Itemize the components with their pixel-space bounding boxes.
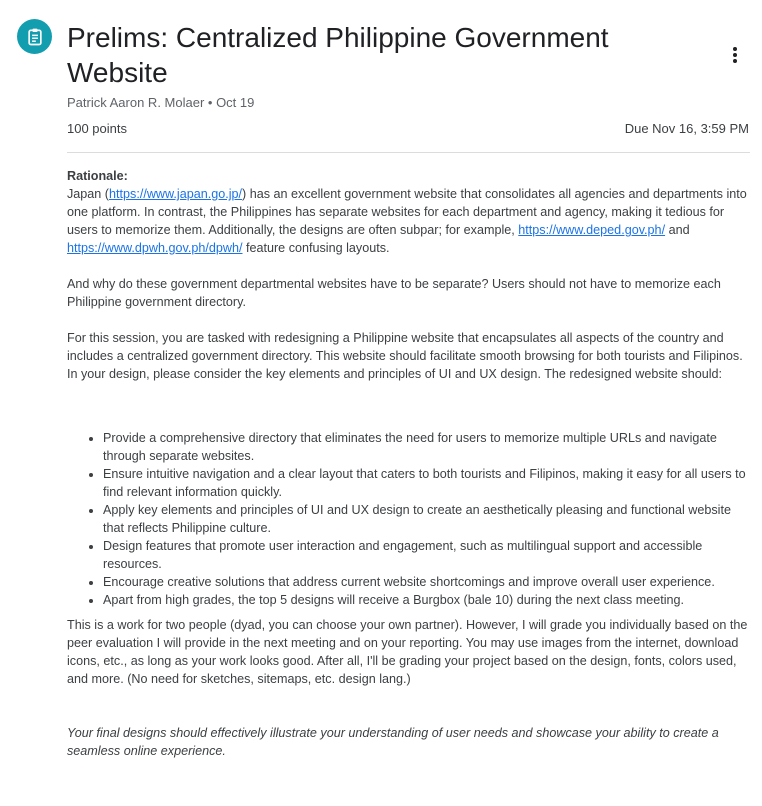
- text-span: and: [665, 223, 690, 237]
- posted-date: Oct 19: [216, 95, 255, 110]
- requirements-list: Provide a comprehensive directory that e…: [67, 429, 752, 609]
- link-japan[interactable]: https://www.japan.go.jp/: [109, 187, 242, 201]
- meta-separator: •: [204, 95, 217, 110]
- list-item: Encourage creative solutions that addres…: [103, 573, 752, 591]
- more-options-button[interactable]: [722, 42, 748, 68]
- text-span: feature confusing layouts.: [242, 241, 390, 255]
- assignment-title: Prelims: Centralized Philippine Governme…: [67, 22, 609, 88]
- points-label: 100 points: [67, 121, 127, 136]
- link-deped[interactable]: https://www.deped.gov.ph/: [518, 223, 665, 237]
- paragraph-closing: Your final designs should effectively il…: [67, 726, 719, 758]
- paragraph-task: For this session, you are tasked with re…: [67, 331, 743, 381]
- text-span: Japan (: [67, 187, 110, 201]
- list-item: Provide a comprehensive directory that e…: [103, 429, 752, 465]
- due-date: Due Nov 16, 3:59 PM: [624, 121, 749, 136]
- rationale-heading: Rationale:: [67, 169, 128, 183]
- clipboard-icon: [27, 28, 42, 45]
- author-name: Patrick Aaron R. Molaer: [67, 95, 205, 110]
- list-item: Apart from high grades, the top 5 design…: [103, 591, 752, 609]
- list-item: Ensure intuitive navigation and a clear …: [103, 465, 752, 501]
- assignment-description: Rationale: Japan (https://www.japan.go.j…: [67, 167, 752, 760]
- paragraph-rationale: Japan (https://www.japan.go.jp/) has an …: [67, 185, 752, 257]
- more-vert-icon: [733, 47, 737, 63]
- paragraph-question: And why do these government departmental…: [67, 277, 721, 309]
- link-dpwh[interactable]: https://www.dpwh.gov.ph/dpwh/: [67, 241, 242, 255]
- paragraph-grading: This is a work for two people (dyad, you…: [67, 618, 748, 686]
- list-item: Design features that promote user intera…: [103, 537, 752, 573]
- assignment-icon: [17, 19, 52, 54]
- assignment-meta: Patrick Aaron R. Molaer • Oct 19: [67, 95, 254, 110]
- list-item: Apply key elements and principles of UI …: [103, 501, 752, 537]
- header-divider: [67, 152, 750, 153]
